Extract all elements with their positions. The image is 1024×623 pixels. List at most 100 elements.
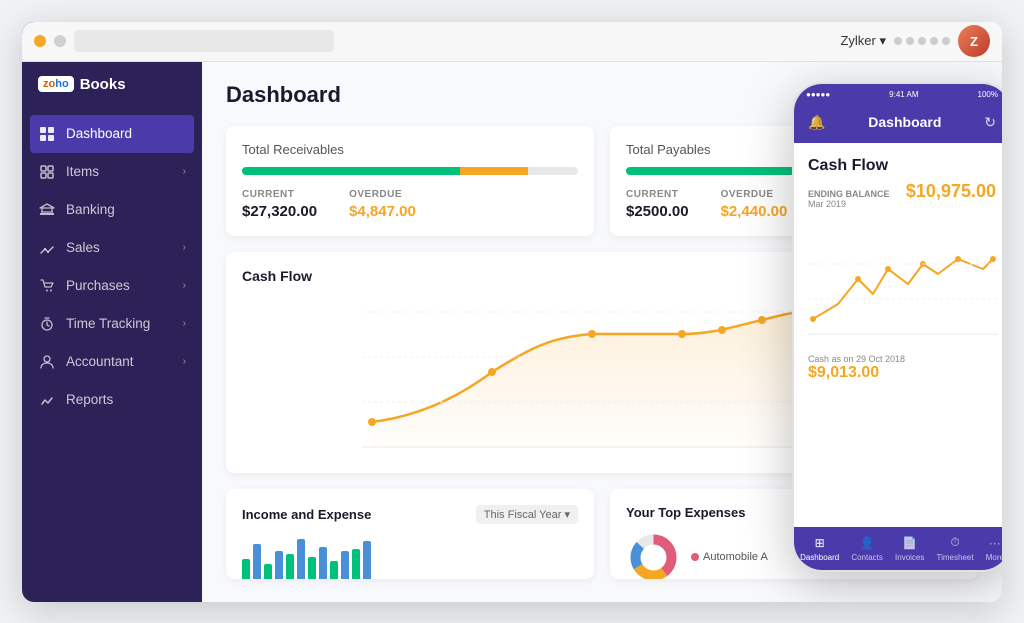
purchases-icon <box>38 277 56 295</box>
refresh-icon[interactable]: ↻ <box>984 114 996 131</box>
dot5 <box>942 37 950 45</box>
overdue-label: OVERDUE <box>721 189 788 200</box>
phone-cash-amount: $9,013.00 <box>808 364 996 382</box>
sidebar: zoho Books Dashboard <box>22 22 202 602</box>
arrow-icon: › <box>183 242 186 253</box>
payables-green <box>626 167 794 175</box>
current-value: $2500.00 <box>626 203 689 220</box>
receivables-title: Total Receivables <box>242 142 578 157</box>
sidebar-item-label: Sales <box>66 240 100 255</box>
phone-header: 🔔 Dashboard ↻ <box>794 106 1002 143</box>
income-expense-chart <box>242 534 578 579</box>
phone-nav-invoices-icon: 📄 <box>902 535 918 551</box>
income-expense-title: Income and Expense <box>242 507 371 522</box>
phone-nav-dashboard-label: Dashboard <box>800 553 839 562</box>
sidebar-item-label: Purchases <box>66 278 130 293</box>
dot3 <box>918 37 926 45</box>
dot2 <box>906 37 914 45</box>
phone-nav-more-icon: ··· <box>987 535 1002 551</box>
phone-nav-more[interactable]: ··· More <box>986 535 1002 562</box>
sidebar-nav: Dashboard Items › <box>22 107 202 602</box>
dot-gray <box>54 35 66 47</box>
sidebar-item-label: Items <box>66 164 99 179</box>
sidebar-item-items[interactable]: Items › <box>22 153 202 191</box>
expense-label: Automobile A <box>703 551 768 563</box>
books-label: Books <box>80 76 126 93</box>
total-receivables-card: Total Receivables CURRENT $27,320.00 OVE… <box>226 126 594 236</box>
overdue-value: $2,440.00 <box>721 203 788 220</box>
sidebar-item-label: Banking <box>66 202 115 217</box>
phone-nav-timesheet-icon: ⏱ <box>947 535 963 551</box>
phone-balance-label: ENDING BALANCE <box>808 189 890 199</box>
dashboard-icon <box>38 125 56 143</box>
phone-nav-contacts-icon: 👤 <box>859 535 875 551</box>
sidebar-logo: zoho Books <box>22 62 202 107</box>
sidebar-item-label: Time Tracking <box>66 316 150 331</box>
sidebar-item-dashboard[interactable]: Dashboard <box>30 115 194 153</box>
top-bar-right: Zylker ▾ Z <box>840 25 990 57</box>
overdue-value: $4,847.00 <box>349 203 416 220</box>
receivables-green <box>242 167 460 175</box>
sidebar-item-time-tracking[interactable]: Time Tracking › <box>22 305 202 343</box>
arrow-icon: › <box>183 356 186 367</box>
arrow-icon: › <box>183 280 186 291</box>
dot1 <box>894 37 902 45</box>
sidebar-item-label: Accountant <box>66 354 134 369</box>
phone-nav-timesheet-label: Timesheet <box>937 553 974 562</box>
sidebar-item-label: Reports <box>66 392 113 407</box>
sidebar-item-banking[interactable]: Banking <box>22 191 202 229</box>
auto-dot <box>691 553 699 561</box>
current-label: CURRENT <box>626 189 689 200</box>
address-bar[interactable] <box>74 30 334 52</box>
receivables-stats: CURRENT $27,320.00 OVERDUE $4,847.00 <box>242 189 578 220</box>
overdue-label: OVERDUE <box>349 189 416 200</box>
arrow-icon: › <box>183 166 186 177</box>
time-tracking-icon <box>38 315 56 333</box>
phone-cashflow-chart <box>808 219 998 339</box>
phone-status-bar: ●●●●● 9:41 AM 100% <box>794 84 1002 106</box>
phone-nav-invoices[interactable]: 📄 Invoices <box>895 535 924 562</box>
income-expense-card: Income and Expense This Fiscal Year ▾ <box>226 489 594 579</box>
top-expenses-title: Your Top Expenses <box>626 505 745 520</box>
phone-nav-dashboard[interactable]: ⊞ Dashboard <box>800 535 839 562</box>
dot-yellow <box>34 35 46 47</box>
zoho-logo: zoho <box>38 76 74 92</box>
phone-nav-dashboard-icon: ⊞ <box>812 535 828 551</box>
phone-cash-flow-title: Cash Flow <box>808 157 996 175</box>
sidebar-item-reports[interactable]: Reports <box>22 381 202 419</box>
sidebar-item-sales[interactable]: Sales › <box>22 229 202 267</box>
receivables-overdue: OVERDUE $4,847.00 <box>349 189 416 220</box>
nav-dots <box>894 37 950 45</box>
phone-cash-as-of: Cash as on 29 Oct 2018 <box>808 354 996 364</box>
sidebar-item-accountant[interactable]: Accountant › <box>22 343 202 381</box>
phone-nav-invoices-label: Invoices <box>895 553 924 562</box>
sales-icon <box>38 239 56 257</box>
expense-item-automobile: Automobile A <box>691 551 768 563</box>
fiscal-year-button[interactable]: This Fiscal Year ▾ <box>476 505 578 524</box>
phone-nav-bar: ⊞ Dashboard 👤 Contacts 📄 Invoices ⏱ Time… <box>794 527 1002 570</box>
phone-nav-contacts[interactable]: 👤 Contacts <box>851 535 883 562</box>
username[interactable]: Zylker ▾ <box>840 33 886 49</box>
current-label: CURRENT <box>242 189 317 200</box>
expense-legend: Automobile A <box>691 551 768 563</box>
top-bar: Zylker ▾ Z <box>22 22 1002 62</box>
phone-chart-area <box>808 219 996 344</box>
payables-overdue: OVERDUE $2,440.00 <box>721 189 788 220</box>
receivables-progress <box>242 167 578 175</box>
receivables-current: CURRENT $27,320.00 <box>242 189 317 220</box>
phone-body: Cash Flow ENDING BALANCE Mar 2019 $10,97… <box>794 143 1002 396</box>
phone-nav-timesheet[interactable]: ⏱ Timesheet <box>937 535 974 562</box>
phone-ending-balance: ENDING BALANCE Mar 2019 $10,975.00 <box>808 181 996 209</box>
banking-icon <box>38 201 56 219</box>
bell-icon[interactable]: 🔔 <box>808 114 825 131</box>
donut-chart <box>626 530 681 579</box>
dot4 <box>930 37 938 45</box>
arrow-icon: › <box>183 318 186 329</box>
phone-balance-date: Mar 2019 <box>808 199 890 209</box>
sidebar-item-purchases[interactable]: Purchases › <box>22 267 202 305</box>
avatar[interactable]: Z <box>958 25 990 57</box>
phone-overlay: ●●●●● 9:41 AM 100% 🔔 Dashboard ↻ Cash Fl… <box>792 82 1002 572</box>
phone-balance-amount: $10,975.00 <box>906 181 996 202</box>
phone-signal: ●●●●● <box>806 90 830 99</box>
phone-header-title: Dashboard <box>868 114 941 130</box>
